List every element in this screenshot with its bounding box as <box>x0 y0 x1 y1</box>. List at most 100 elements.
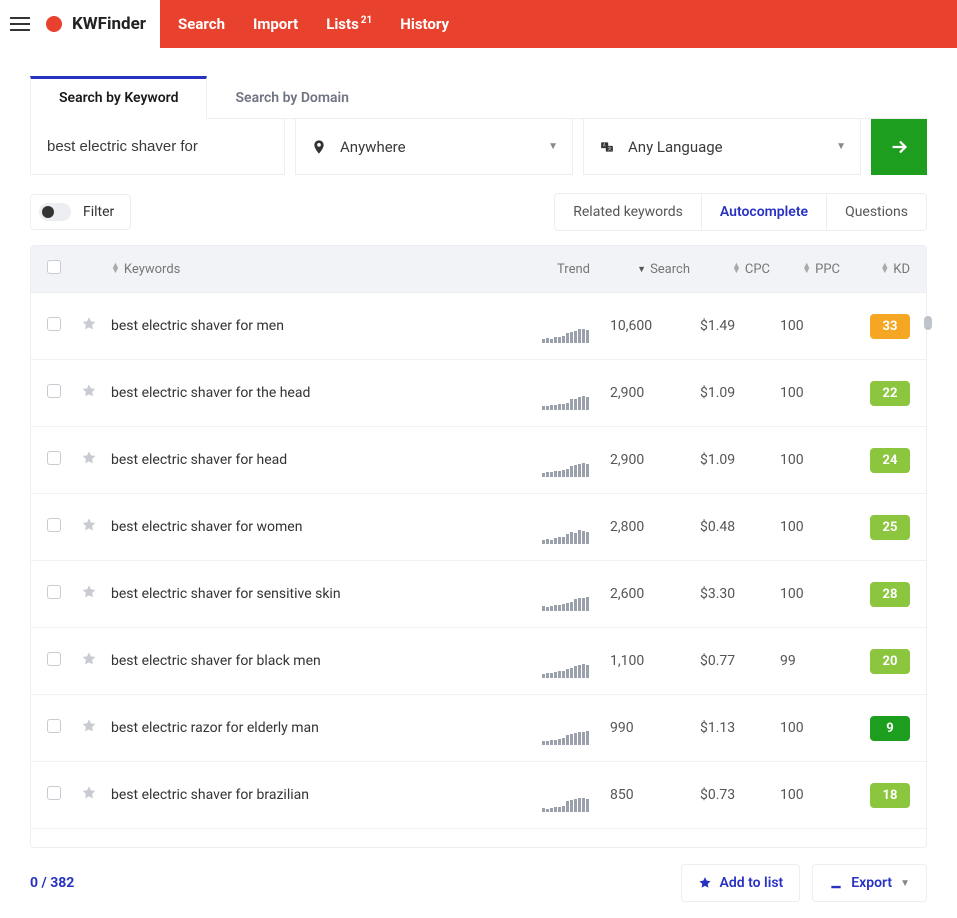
ppc-cell: 100 <box>770 586 840 602</box>
nav-history[interactable]: History <box>400 15 449 33</box>
keyword-input[interactable] <box>47 138 268 155</box>
scrollbar-thumb[interactable] <box>924 316 932 330</box>
column-keywords[interactable]: ▲▼Keywords <box>111 262 510 277</box>
nav-search[interactable]: Search <box>178 15 225 33</box>
footer-bar: 0 / 382 Add to list Export ▼ <box>0 848 957 918</box>
star-icon[interactable] <box>81 789 97 805</box>
keyword-cell[interactable]: best electric shaver for brazilian <box>111 787 510 803</box>
ppc-cell: 100 <box>770 787 840 803</box>
select-all-checkbox[interactable] <box>47 260 61 274</box>
add-to-list-button[interactable]: Add to list <box>681 864 801 902</box>
segment-autocomplete[interactable]: Autocomplete <box>701 194 826 230</box>
kd-cell: 33 <box>840 314 910 339</box>
table-header: ▲▼Keywords Trend ▼Search ▲▼CPC ▲▼PPC ▲▼K… <box>31 246 926 293</box>
segment-related[interactable]: Related keywords <box>555 194 701 230</box>
star-icon[interactable] <box>81 722 97 738</box>
filter-label: Filter <box>83 204 114 220</box>
row-checkbox[interactable] <box>47 384 61 398</box>
location-dropdown[interactable]: Anywhere ▼ <box>295 119 573 175</box>
kd-badge: 24 <box>870 448 910 473</box>
cpc-cell: $1.13 <box>690 720 770 736</box>
sparkline-icon <box>542 591 590 611</box>
keyword-cell[interactable]: best electric razor for elderly man <box>111 720 510 736</box>
menu-icon[interactable] <box>10 12 34 36</box>
sort-icon: ▲▼ <box>111 264 120 275</box>
star-icon[interactable] <box>81 655 97 671</box>
kd-cell: 22 <box>840 381 910 406</box>
cpc-cell: $1.49 <box>690 318 770 334</box>
row-checkbox[interactable] <box>47 317 61 331</box>
export-button[interactable]: Export ▼ <box>812 864 927 902</box>
filter-toggle[interactable]: Filter <box>30 194 131 230</box>
row-checkbox[interactable] <box>47 652 61 666</box>
keyword-cell[interactable]: best electric shaver for the head <box>111 385 510 401</box>
svg-text:文: 文 <box>608 144 612 150</box>
table-row: best electric razor for elderly man 990 … <box>31 695 926 762</box>
trend-cell <box>510 577 590 611</box>
kd-cell: 25 <box>840 515 910 540</box>
column-kd[interactable]: ▲▼KD <box>840 262 910 277</box>
search-button[interactable] <box>871 119 927 175</box>
cpc-cell: $0.48 <box>690 519 770 535</box>
table-body: best electric shaver for men 10,600 $1.4… <box>31 293 926 847</box>
kd-cell: 18 <box>840 783 910 808</box>
language-dropdown[interactable]: A文 Any Language ▼ <box>583 119 861 175</box>
row-checkbox[interactable] <box>47 719 61 733</box>
nav-lists[interactable]: Lists21 <box>326 15 372 33</box>
star-icon[interactable] <box>81 387 97 403</box>
column-search[interactable]: ▼Search <box>590 262 690 277</box>
star-icon[interactable] <box>81 521 97 537</box>
star-icon[interactable] <box>81 320 97 336</box>
cpc-cell: $3.30 <box>690 586 770 602</box>
nav-import[interactable]: Import <box>253 15 298 33</box>
star-icon[interactable] <box>81 588 97 604</box>
keyword-cell[interactable]: best electric shaver for sensitive skin <box>111 586 510 602</box>
nav-lists-badge: 21 <box>361 15 372 26</box>
arrow-right-icon <box>888 136 910 158</box>
trend-cell <box>510 309 590 343</box>
kd-badge: 9 <box>870 716 910 741</box>
table-row: best electric shaver on a budget 850 $0.… <box>31 829 926 847</box>
search-cell: 10,600 <box>590 318 690 334</box>
trend-cell <box>510 510 590 544</box>
keyword-cell[interactable]: best electric shaver for head <box>111 452 510 468</box>
ppc-cell: 100 <box>770 318 840 334</box>
search-row: Anywhere ▼ A文 Any Language ▼ <box>30 119 927 175</box>
segment-questions[interactable]: Questions <box>826 194 926 230</box>
ppc-cell: 100 <box>770 452 840 468</box>
tab-search-by-keyword[interactable]: Search by Keyword <box>30 76 207 119</box>
search-cell: 2,900 <box>590 452 690 468</box>
search-tabs: Search by Keyword Search by Domain <box>30 76 927 119</box>
cpc-cell: $0.77 <box>690 653 770 669</box>
sort-icon: ▲▼ <box>802 264 811 275</box>
sparkline-icon <box>542 457 590 477</box>
keyword-cell[interactable]: best electric shaver for men <box>111 318 510 334</box>
language-icon: A文 <box>598 138 616 156</box>
kd-badge: 20 <box>870 649 910 674</box>
cpc-cell: $0.73 <box>690 787 770 803</box>
sort-icon: ▲▼ <box>880 264 889 275</box>
row-checkbox[interactable] <box>47 585 61 599</box>
keyword-mode-segments: Related keywords Autocomplete Questions <box>554 193 927 231</box>
ppc-cell: 100 <box>770 720 840 736</box>
table-row: best electric shaver for sensitive skin … <box>31 561 926 628</box>
column-ppc[interactable]: ▲▼PPC <box>770 262 840 277</box>
search-cell: 1,100 <box>590 653 690 669</box>
sparkline-icon <box>542 390 590 410</box>
kd-badge: 18 <box>870 783 910 808</box>
column-trend[interactable]: Trend <box>510 262 590 277</box>
row-checkbox[interactable] <box>47 451 61 465</box>
keyword-cell[interactable]: best electric shaver for women <box>111 519 510 535</box>
trend-cell <box>510 644 590 678</box>
tab-search-by-domain[interactable]: Search by Domain <box>207 76 377 118</box>
column-cpc[interactable]: ▲▼CPC <box>690 262 770 277</box>
row-checkbox[interactable] <box>47 518 61 532</box>
keyword-cell[interactable]: best electric shaver for black men <box>111 653 510 669</box>
table-row: best electric shaver for women 2,800 $0.… <box>31 494 926 561</box>
trend-cell <box>510 845 590 847</box>
sparkline-icon <box>542 524 590 544</box>
star-icon[interactable] <box>81 454 97 470</box>
row-checkbox[interactable] <box>47 786 61 800</box>
ppc-cell: 99 <box>770 653 840 669</box>
search-cell: 850 <box>590 787 690 803</box>
